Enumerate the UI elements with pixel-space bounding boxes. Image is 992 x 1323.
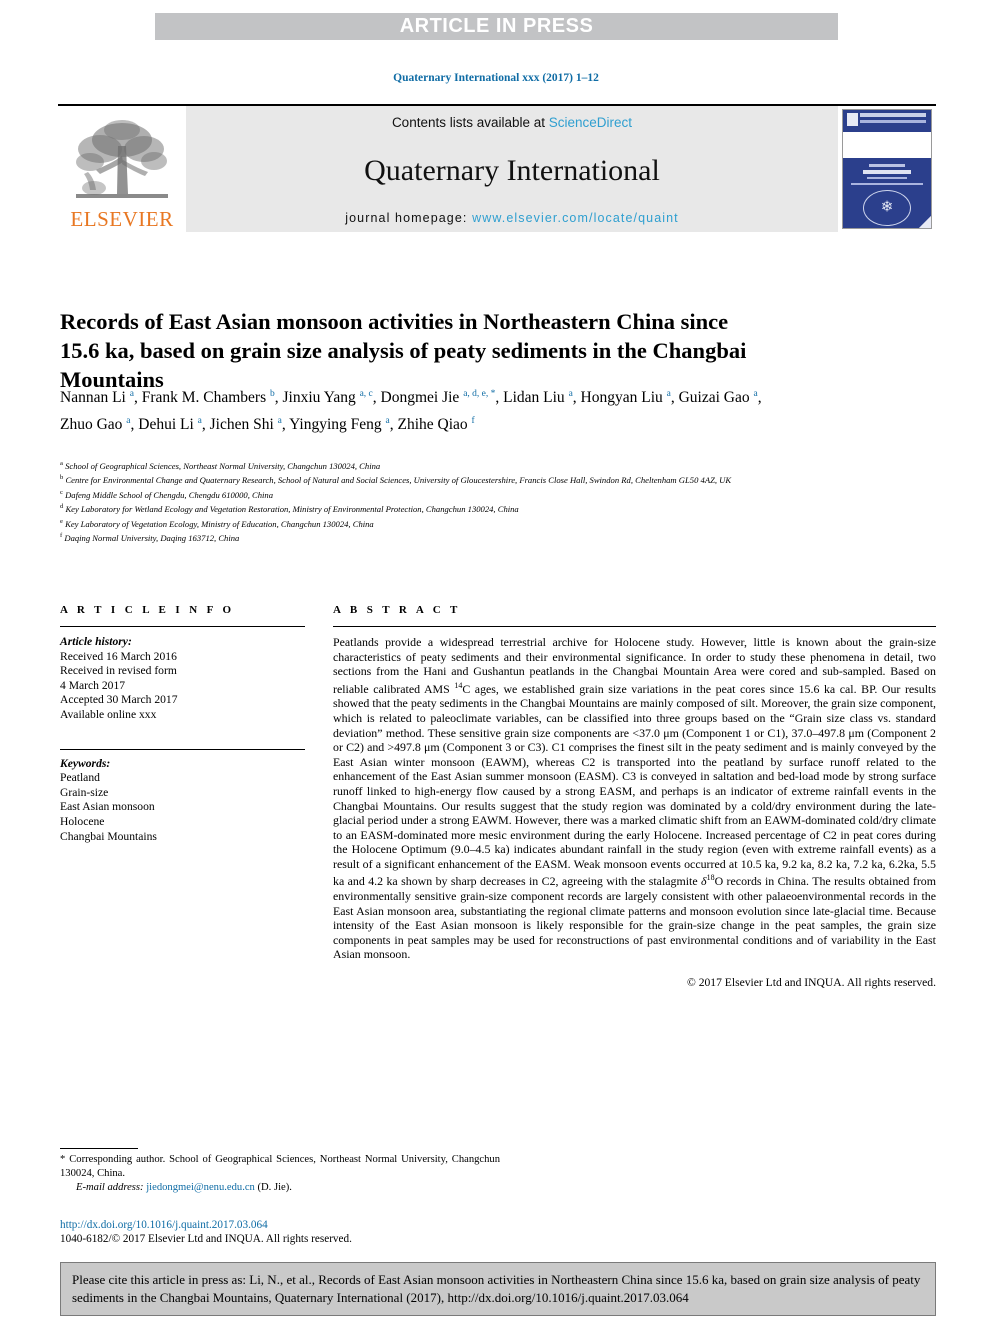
issn-copyright-line: 1040-6182/© 2017 Elsevier Ltd and INQUA.…	[60, 1233, 352, 1246]
email-link[interactable]: jiedongmei@nenu.edu.cn	[146, 1182, 255, 1193]
footnote-rule	[60, 1148, 138, 1149]
journal-masthead: ELSEVIER Contents lists available at Sci…	[58, 104, 936, 232]
article-info-rule	[60, 626, 305, 627]
affiliation-item: e Key Laboratory of Vegetation Ecology, …	[60, 517, 374, 529]
journal-cover-thumbnail: ❄	[842, 109, 932, 229]
footnote-block: * Corresponding author. School of Geogra…	[60, 1148, 500, 1195]
article-in-press-banner: ARTICLE IN PRESS	[155, 13, 838, 40]
affiliation-item: b Centre for Environmental Change and Qu…	[60, 474, 732, 486]
abstract-rule	[333, 626, 936, 627]
email-attribution: (D. Jie).	[257, 1182, 292, 1194]
article-history-item: Accepted 30 March 2017	[60, 693, 178, 707]
article-history-item: Received in revised form	[60, 664, 177, 678]
affiliation-item: d Key Laboratory for Wetland Ecology and…	[60, 503, 519, 515]
affiliation-list: a School of Geographical Sciences, North…	[60, 458, 860, 545]
abstract-column: A B S T R A C T Peatlands provide a wide…	[333, 604, 936, 989]
affiliation-item: f Daqing Normal University, Daqing 16371…	[60, 532, 240, 544]
email-label: E-mail address:	[76, 1182, 144, 1194]
journal-homepage-line: journal homepage: www.elsevier.com/locat…	[345, 211, 679, 225]
article-history-item: Available online xxx	[60, 707, 157, 721]
elsevier-wordmark: ELSEVIER	[70, 207, 174, 231]
author-list: Nannan Li a, Frank M. Chambers b, Jinxiu…	[60, 389, 762, 433]
keywords-label: Keywords:	[60, 756, 111, 770]
article-in-press-label: ARTICLE IN PRESS	[399, 15, 594, 37]
elsevier-logo: ELSEVIER	[58, 106, 186, 232]
doi-block: http://dx.doi.org/10.1016/j.quaint.2017.…	[60, 1218, 500, 1247]
article-history-item: 4 March 2017	[60, 678, 126, 692]
keyword-item: Peatland	[60, 771, 100, 785]
doi-link[interactable]: http://dx.doi.org/10.1016/j.quaint.2017.…	[60, 1218, 500, 1232]
keyword-item: Changbai Mountains	[60, 829, 157, 843]
article-info-column: A R T I C L E I N F O Article history: R…	[60, 604, 305, 844]
email-note: E-mail address: jiedongmei@nenu.edu.cn (…	[60, 1181, 500, 1195]
journal-title: Quaternary International	[364, 153, 660, 187]
keyword-item: East Asian monsoon	[60, 800, 155, 814]
corresponding-text: Corresponding author. School of Geograph…	[60, 1154, 501, 1179]
contents-prefix: Contents lists available at	[391, 115, 549, 130]
sciencedirect-link[interactable]: ScienceDirect	[549, 115, 632, 130]
abstract-heading: A B S T R A C T	[333, 604, 461, 616]
corresponding-author-note: * Corresponding author. School of Geogra…	[60, 1153, 500, 1180]
affiliation-item: a School of Geographical Sciences, North…	[60, 460, 381, 471]
journal-cover-block: ❄	[838, 106, 936, 232]
journal-homepage-link[interactable]: www.elsevier.com/locate/quaint	[472, 211, 679, 225]
article-info-heading: A R T I C L E I N F O	[60, 604, 235, 616]
keywords-rule	[60, 748, 305, 750]
keyword-item: Grain-size	[60, 785, 109, 799]
homepage-label: journal homepage:	[345, 211, 473, 225]
page-title: Records of East Asian monsoon activities…	[60, 309, 747, 393]
citation-notice-box: Please cite this article in press as: Li…	[60, 1262, 936, 1316]
contents-list-line: Contents lists available at ScienceDirec…	[392, 115, 632, 130]
running-head: Quaternary International xxx (2017) 1–12	[393, 72, 599, 84]
affiliation-item: c Dafeng Middle School of Chengdu, Cheng…	[60, 488, 273, 500]
journal-banner: Contents lists available at ScienceDirec…	[186, 106, 838, 232]
abstract-body: Peatlands provide a widespread terrestri…	[333, 635, 937, 962]
article-history-item: Received 16 March 2016	[60, 649, 177, 663]
corresponding-marker: *	[60, 1154, 66, 1165]
elsevier-tree-icon	[76, 120, 168, 198]
keyword-item: Holocene	[60, 814, 105, 828]
cover-seal-icon: ❄	[863, 190, 911, 226]
article-history-label: Article history:	[60, 635, 132, 648]
abstract-copyright: © 2017 Elsevier Ltd and INQUA. All right…	[686, 976, 936, 989]
keywords-block: Keywords: Peatland Grain-size East Asian…	[60, 757, 305, 845]
article-history-block: Article history: Received 16 March 2016 …	[60, 635, 305, 723]
